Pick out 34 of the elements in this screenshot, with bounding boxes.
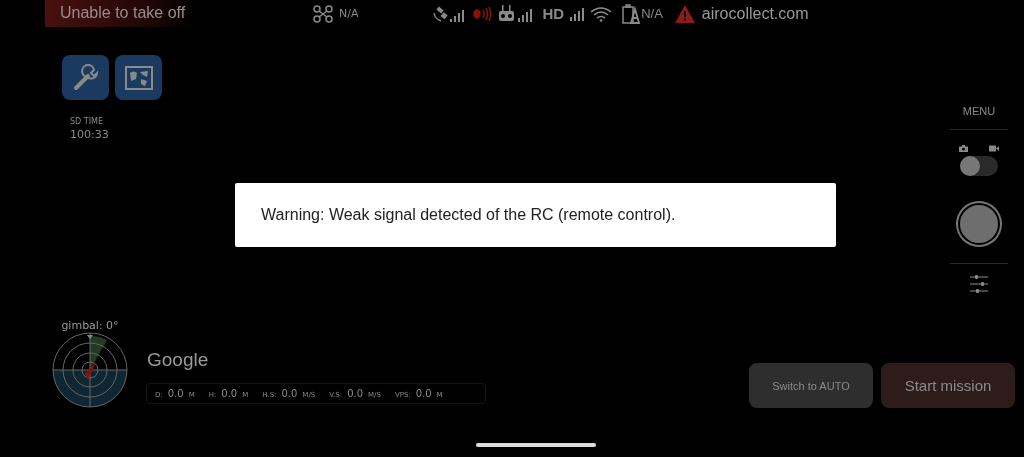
telemetry-value: 0.0 (167, 388, 184, 399)
warning-message: Warning: Weak signal detected of the RC (remote control). (261, 206, 676, 224)
start-mission-button[interactable]: Start mission (881, 363, 1015, 408)
telemetry-value: 0.0 (415, 388, 432, 399)
photo-video-toggle[interactable] (960, 156, 998, 176)
remote-controller-icon (498, 4, 533, 23)
switch-mode-button[interactable]: Switch to AUTO (749, 363, 873, 408)
hd-label: HD (542, 5, 565, 22)
telemetry-value: 0.0 (281, 388, 298, 399)
wifi-icon (590, 5, 613, 22)
sd-time-label: SD TIME (70, 117, 104, 126)
aircraft-reading: N/A (339, 7, 359, 20)
map-icon (123, 64, 154, 91)
video-camera-icon (989, 145, 999, 152)
menu-button[interactable]: MENU (962, 105, 996, 117)
camera-icon (959, 145, 968, 152)
wrench-icon (71, 63, 100, 92)
map-attribution: Google (147, 349, 210, 371)
gimbal-label: gimbal: 0° (61, 319, 119, 332)
signal-bars-icon (570, 6, 585, 21)
battery-reading: N/A (641, 6, 663, 21)
rc-signal-icon (472, 5, 493, 22)
wrench-button[interactable] (62, 55, 109, 100)
sd-time-value: 100:33 (70, 128, 110, 141)
website-label: airocollect.com (701, 4, 809, 23)
telemetry-value: 0.0 (221, 388, 238, 399)
map-button[interactable] (115, 55, 162, 100)
telemetry-value: 0.0 (347, 388, 364, 399)
battery-icon (622, 3, 641, 24)
shutter-button[interactable] (958, 203, 1000, 245)
warning-icon (674, 4, 695, 23)
settings-sliders-icon[interactable] (969, 274, 989, 294)
drone-icon (313, 4, 333, 23)
satellite-signal-icon (432, 4, 467, 23)
